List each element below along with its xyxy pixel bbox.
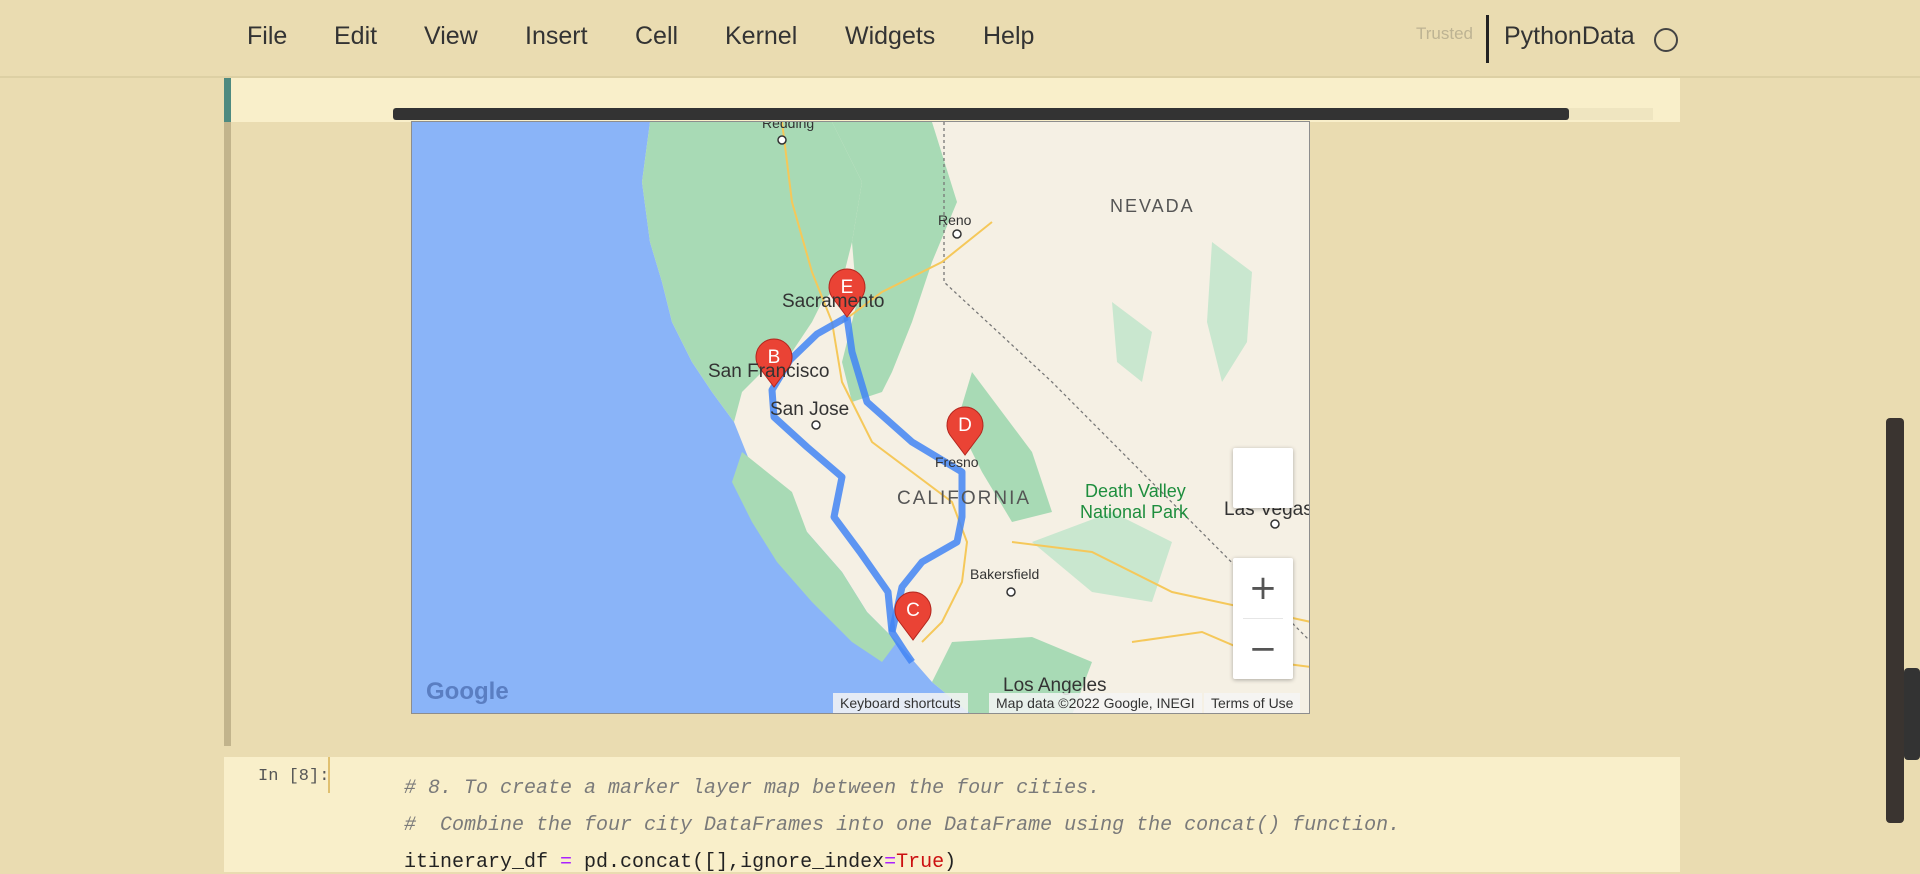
menu-bar: File Edit View Insert Cell Kernel Widget…: [0, 0, 1920, 78]
map-canvas[interactable]: E B D C Redding NEVADA Reno Sacramento S…: [412, 122, 1310, 714]
cell-selection-bar: [224, 78, 231, 746]
menu-view[interactable]: View: [424, 22, 478, 51]
horizontal-scrollbar[interactable]: [393, 108, 1569, 120]
code-token: ): [944, 851, 957, 874]
menu-file[interactable]: File: [247, 22, 287, 51]
google-logo: Google: [426, 678, 509, 705]
code-cell[interactable]: In [8]: # 8. To create a marker layer ma…: [224, 757, 1680, 874]
menu-widgets[interactable]: Widgets: [845, 22, 935, 51]
kernel-separator: [1486, 15, 1489, 63]
label-bakersfield: Bakersfield: [970, 566, 1039, 582]
kernel-name[interactable]: PythonData: [1504, 22, 1635, 51]
city-dot-san-jose: [811, 420, 821, 430]
vertical-scrollbar[interactable]: [1886, 418, 1904, 823]
google-map[interactable]: E B D C Redding NEVADA Reno Sacramento S…: [411, 121, 1310, 714]
label-fresno: Fresno: [935, 454, 979, 470]
cell-selection-bar-active: [224, 78, 231, 122]
cell-prompt: In [8]:: [258, 767, 330, 786]
city-dot-bakersfield: [1006, 587, 1016, 597]
menu-cell[interactable]: Cell: [635, 22, 678, 51]
label-san-jose: San Jose: [770, 399, 849, 420]
output-area-top: [231, 78, 1680, 122]
code-token: True: [896, 851, 945, 874]
zoom-in-button[interactable]: +: [1233, 558, 1293, 618]
code-token: itinerary_df: [404, 851, 561, 874]
marker-label: D: [958, 415, 972, 436]
code-line-2[interactable]: # Combine the four city DataFrames into …: [404, 814, 1400, 837]
menu-help[interactable]: Help: [983, 22, 1034, 51]
city-dot-las-vegas: [1270, 519, 1280, 529]
cell-prompt-divider: [328, 757, 330, 793]
kernel-status-icon: [1654, 28, 1678, 52]
terms-of-use-link[interactable]: Terms of Use: [1204, 693, 1301, 713]
code-token: =: [560, 851, 573, 874]
label-san-francisco: San Francisco: [708, 361, 829, 382]
city-dot-reno: [952, 229, 962, 239]
code-token: =: [884, 851, 897, 874]
code-line-1[interactable]: # 8. To create a marker layer map betwee…: [404, 777, 1100, 800]
plus-icon: +: [1248, 568, 1278, 608]
city-dot-redding: [777, 135, 787, 145]
code-line-3[interactable]: itinerary_df = pd.concat([],ignore_index…: [404, 851, 956, 874]
street-view-control[interactable]: [1233, 448, 1293, 508]
zoom-out-button[interactable]: −: [1233, 619, 1293, 679]
menu-kernel[interactable]: Kernel: [725, 22, 797, 51]
minus-icon: −: [1248, 629, 1278, 669]
label-death-valley: Death Valley: [1085, 481, 1186, 501]
trusted-indicator[interactable]: Trusted: [1416, 24, 1473, 44]
label-redding: Redding: [762, 122, 814, 131]
label-nevada: NEVADA: [1110, 196, 1195, 216]
page-scrollbar[interactable]: [1904, 668, 1920, 760]
label-national-park: National Park: [1080, 502, 1189, 522]
label-reno: Reno: [938, 212, 972, 228]
map-data-attribution: Map data ©2022 Google, INEGI: [989, 693, 1202, 713]
code-token: pd.concat([],ignore_index: [572, 851, 885, 874]
menu-insert[interactable]: Insert: [525, 22, 588, 51]
marker-label: C: [906, 600, 920, 621]
zoom-control: + −: [1233, 558, 1293, 679]
label-california: CALIFORNIA: [897, 488, 1031, 509]
menu-edit[interactable]: Edit: [334, 22, 377, 51]
label-sacramento: Sacramento: [782, 291, 884, 312]
keyboard-shortcuts-link[interactable]: Keyboard shortcuts: [833, 693, 968, 713]
